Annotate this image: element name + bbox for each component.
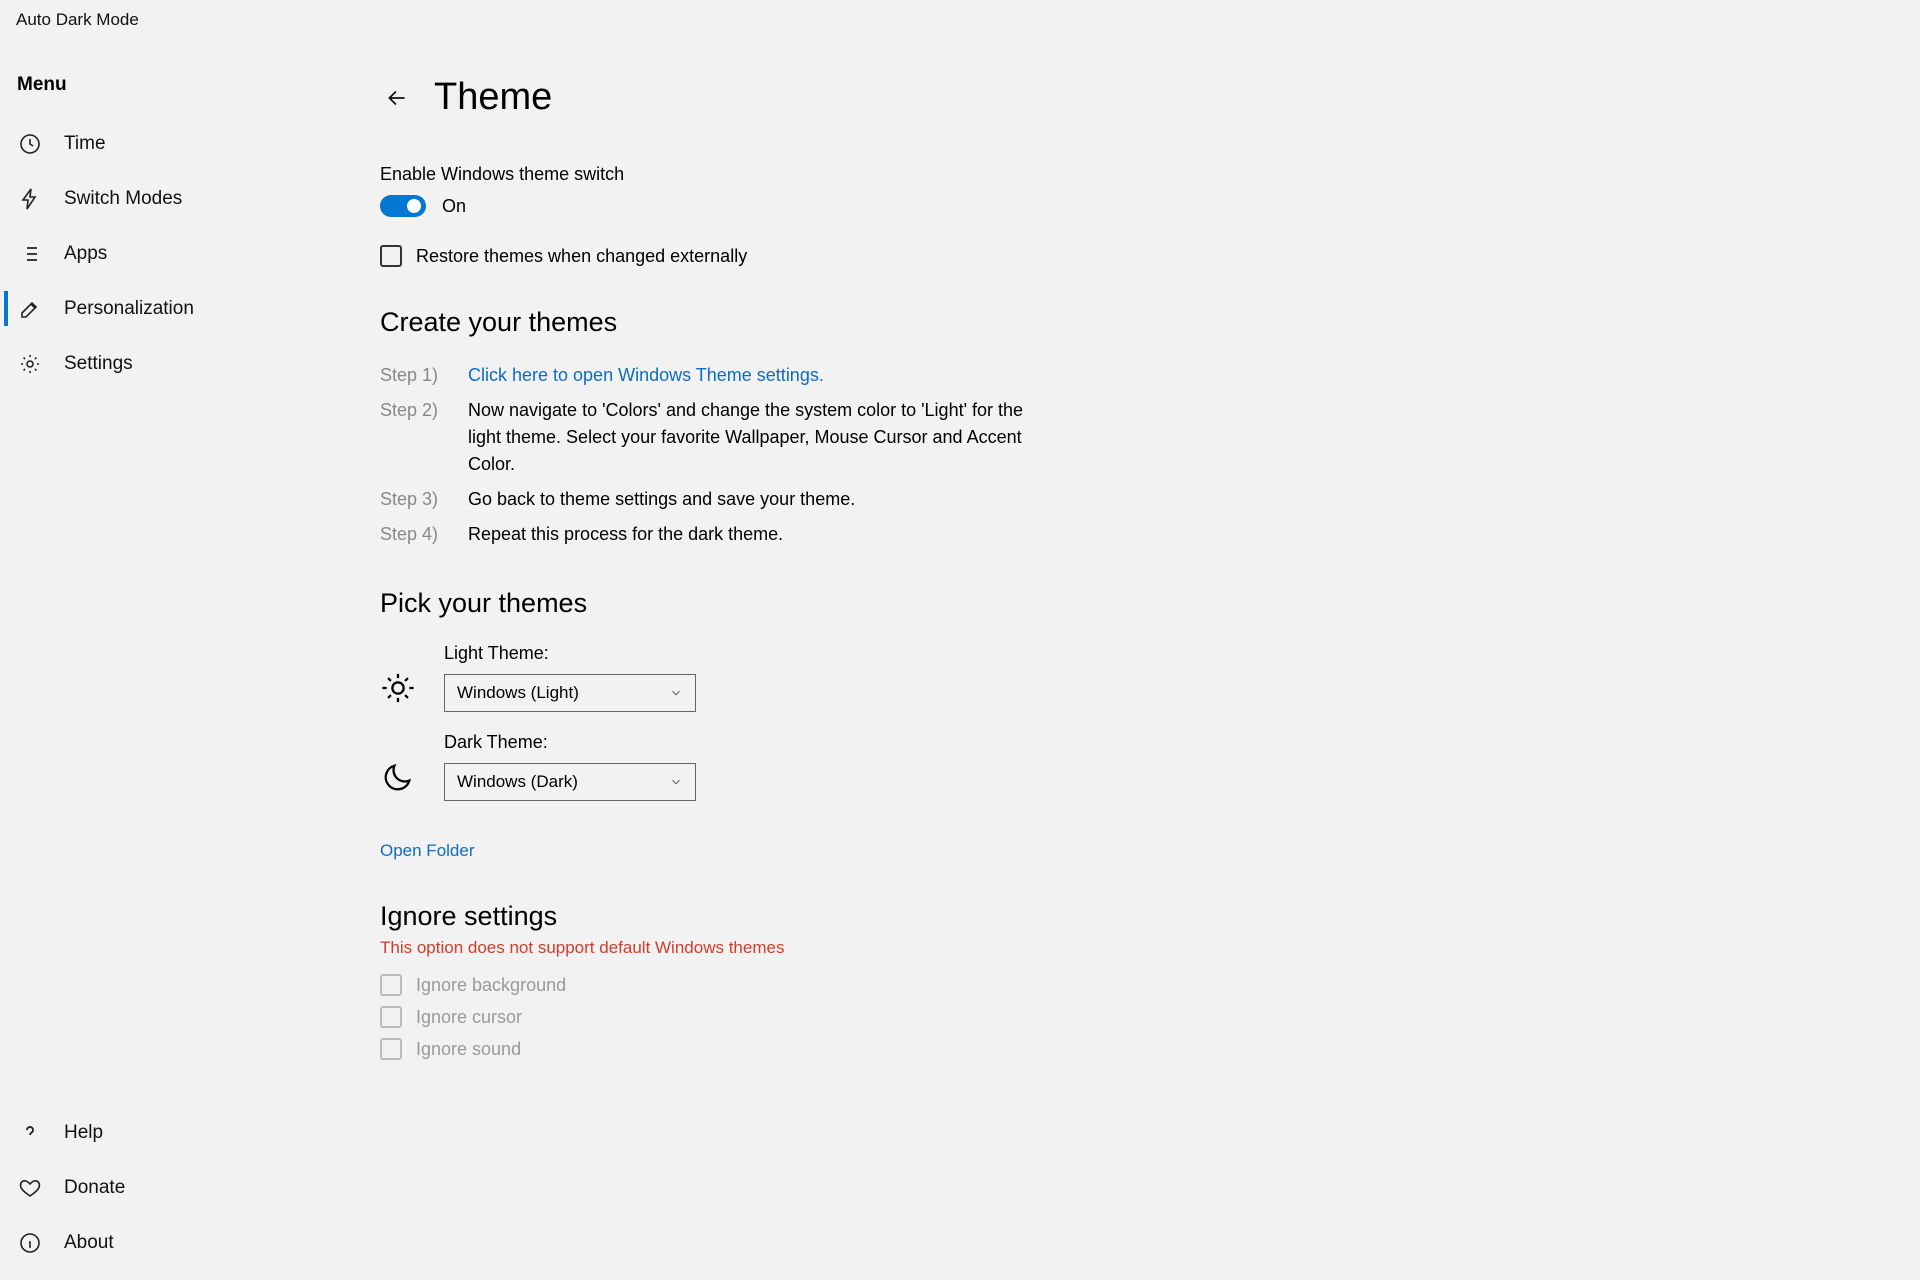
step-row: Step 1) Click here to open Windows Theme… xyxy=(380,362,1030,389)
sidebar-item-apps[interactable]: Apps xyxy=(0,226,340,281)
sidebar-item-help[interactable]: Help xyxy=(0,1105,340,1160)
sidebar-item-label: Personalization xyxy=(64,298,194,320)
restore-themes-label: Restore themes when changed externally xyxy=(416,246,747,267)
sidebar-item-time[interactable]: Time xyxy=(0,116,340,171)
step-text: Go back to theme settings and save your … xyxy=(468,486,1030,513)
dark-theme-label: Dark Theme: xyxy=(444,732,696,753)
step-row: Step 3) Go back to theme settings and sa… xyxy=(380,486,1030,513)
window-title: Auto Dark Mode xyxy=(0,0,1920,36)
enable-switch-toggle[interactable] xyxy=(380,195,426,217)
step-number: Step 4) xyxy=(380,521,440,548)
step-number: Step 3) xyxy=(380,486,440,513)
step-number: Step 2) xyxy=(380,397,440,478)
clock-icon xyxy=(18,132,42,156)
heart-icon xyxy=(18,1176,42,1200)
step-text: Now navigate to 'Colors' and change the … xyxy=(468,397,1030,478)
ignore-sound-checkbox xyxy=(380,1038,402,1060)
paint-icon xyxy=(18,297,42,321)
open-folder-link[interactable]: Open Folder xyxy=(380,841,475,861)
chevron-down-icon xyxy=(669,686,683,700)
info-icon xyxy=(18,1231,42,1255)
chevron-down-icon xyxy=(669,775,683,789)
dark-theme-select[interactable]: Windows (Dark) xyxy=(444,763,696,801)
moon-icon xyxy=(380,759,416,795)
enable-switch-state: On xyxy=(442,196,466,217)
sidebar-item-switch-modes[interactable]: Switch Modes xyxy=(0,171,340,226)
sidebar-item-label: Donate xyxy=(64,1177,125,1199)
step-text: Repeat this process for the dark theme. xyxy=(468,521,1030,548)
page-title: Theme xyxy=(434,76,552,119)
section-pick-themes: Pick your themes xyxy=(380,588,1860,619)
main-content: Theme Enable Windows theme switch On Res… xyxy=(340,36,1920,1280)
help-icon xyxy=(18,1121,42,1145)
ignore-sound-label: Ignore sound xyxy=(416,1039,521,1060)
step-row: Step 2) Now navigate to 'Colors' and cha… xyxy=(380,397,1030,478)
gear-icon xyxy=(18,352,42,376)
sidebar-item-label: Time xyxy=(64,133,106,155)
light-theme-label: Light Theme: xyxy=(444,643,696,664)
sidebar-item-label: Help xyxy=(64,1122,103,1144)
light-theme-select[interactable]: Windows (Light) xyxy=(444,674,696,712)
menu-heading: Menu xyxy=(0,66,340,116)
ignore-background-checkbox xyxy=(380,974,402,996)
sidebar-item-label: About xyxy=(64,1232,114,1254)
sidebar-item-label: Switch Modes xyxy=(64,188,182,210)
ignore-cursor-label: Ignore cursor xyxy=(416,1007,522,1028)
sidebar: Menu Time Switch Modes Apps xyxy=(0,36,340,1280)
enable-switch-label: Enable Windows theme switch xyxy=(380,164,1860,185)
sidebar-item-settings[interactable]: Settings xyxy=(0,336,340,391)
sidebar-item-about[interactable]: About xyxy=(0,1215,340,1270)
ignore-cursor-checkbox xyxy=(380,1006,402,1028)
sidebar-item-personalization[interactable]: Personalization xyxy=(0,281,340,336)
restore-themes-checkbox[interactable] xyxy=(380,245,402,267)
sun-icon xyxy=(380,670,416,706)
section-create-themes: Create your themes xyxy=(380,307,1860,338)
step-row: Step 4) Repeat this process for the dark… xyxy=(380,521,1030,548)
sidebar-item-label: Apps xyxy=(64,243,107,265)
open-theme-settings-link[interactable]: Click here to open Windows Theme setting… xyxy=(468,362,1030,389)
section-ignore-settings: Ignore settings xyxy=(380,901,1860,932)
dark-theme-value: Windows (Dark) xyxy=(457,772,578,792)
lightning-icon xyxy=(18,187,42,211)
sidebar-item-donate[interactable]: Donate xyxy=(0,1160,340,1215)
ignore-background-label: Ignore background xyxy=(416,975,566,996)
step-number: Step 1) xyxy=(380,362,440,389)
light-theme-value: Windows (Light) xyxy=(457,683,579,703)
ignore-warning: This option does not support default Win… xyxy=(380,938,1860,958)
back-button[interactable] xyxy=(380,81,414,115)
list-icon xyxy=(18,242,42,266)
sidebar-item-label: Settings xyxy=(64,353,133,375)
